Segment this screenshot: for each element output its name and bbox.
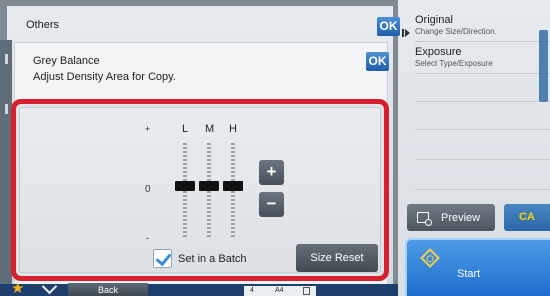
scale-plus-mark: + bbox=[145, 124, 151, 134]
decrease-button[interactable]: − bbox=[259, 192, 284, 217]
grey-balance-title: Grey Balance bbox=[33, 55, 100, 67]
paper-size: A4 bbox=[275, 287, 284, 294]
scale-zero-mark: 0 bbox=[145, 184, 151, 195]
slider-thumb-h[interactable] bbox=[223, 181, 243, 191]
preview-label: Preview bbox=[441, 212, 481, 224]
start-label: Start bbox=[457, 268, 481, 280]
empty-setting-slot bbox=[415, 160, 550, 190]
exposure-subtitle: Select Type/Exposure bbox=[415, 59, 493, 68]
grey-balance-subtitle: Adjust Density Area for Copy. bbox=[33, 71, 176, 83]
strip-tick bbox=[5, 54, 8, 64]
preview-button[interactable]: Preview bbox=[407, 204, 495, 231]
slider-thumb-m[interactable] bbox=[199, 181, 219, 191]
exposure-title: Exposure bbox=[415, 46, 462, 58]
grey-balance-ok-button[interactable]: OK bbox=[366, 52, 389, 71]
original-setting-item[interactable]: Original Change Size/Direction. bbox=[415, 14, 550, 42]
start-button[interactable]: Start bbox=[405, 238, 550, 296]
exposure-setting-item[interactable]: Exposure Select Type/Exposure bbox=[415, 46, 550, 74]
empty-setting-slot bbox=[415, 102, 550, 130]
others-title: Others bbox=[26, 19, 60, 31]
set-in-batch-checkbox[interactable] bbox=[153, 249, 172, 268]
preview-icon bbox=[417, 212, 432, 226]
right-panel-scrollbar[interactable] bbox=[539, 30, 548, 102]
channel-label-l: L bbox=[182, 123, 189, 135]
bottom-bar bbox=[0, 284, 398, 296]
copy-count: 4 bbox=[250, 287, 254, 294]
back-button[interactable]: Back bbox=[68, 283, 148, 296]
slider-thumb-l[interactable] bbox=[175, 181, 195, 191]
original-title: Original bbox=[415, 14, 453, 26]
others-ok-button[interactable]: OK bbox=[377, 17, 400, 36]
document-icon bbox=[303, 287, 310, 295]
clear-all-button[interactable]: CA bbox=[504, 204, 550, 231]
empty-setting-slot bbox=[415, 130, 550, 160]
channel-label-m: M bbox=[205, 123, 215, 135]
star-icon[interactable]: ★ bbox=[11, 281, 24, 296]
original-subtitle: Change Size/Direction. bbox=[415, 27, 497, 36]
channel-label-h: H bbox=[229, 123, 237, 135]
strip-tick bbox=[5, 104, 8, 114]
expand-arrow-icon[interactable] bbox=[402, 29, 410, 37]
increase-button[interactable]: + bbox=[259, 160, 284, 185]
scale-minus-mark: - bbox=[146, 233, 149, 243]
size-reset-button[interactable]: Size Reset bbox=[296, 244, 378, 272]
start-icon bbox=[420, 248, 440, 268]
job-info: 4 A4 bbox=[244, 286, 316, 296]
set-in-batch-label: Set in a Batch bbox=[178, 253, 247, 265]
empty-setting-slot bbox=[415, 74, 550, 102]
